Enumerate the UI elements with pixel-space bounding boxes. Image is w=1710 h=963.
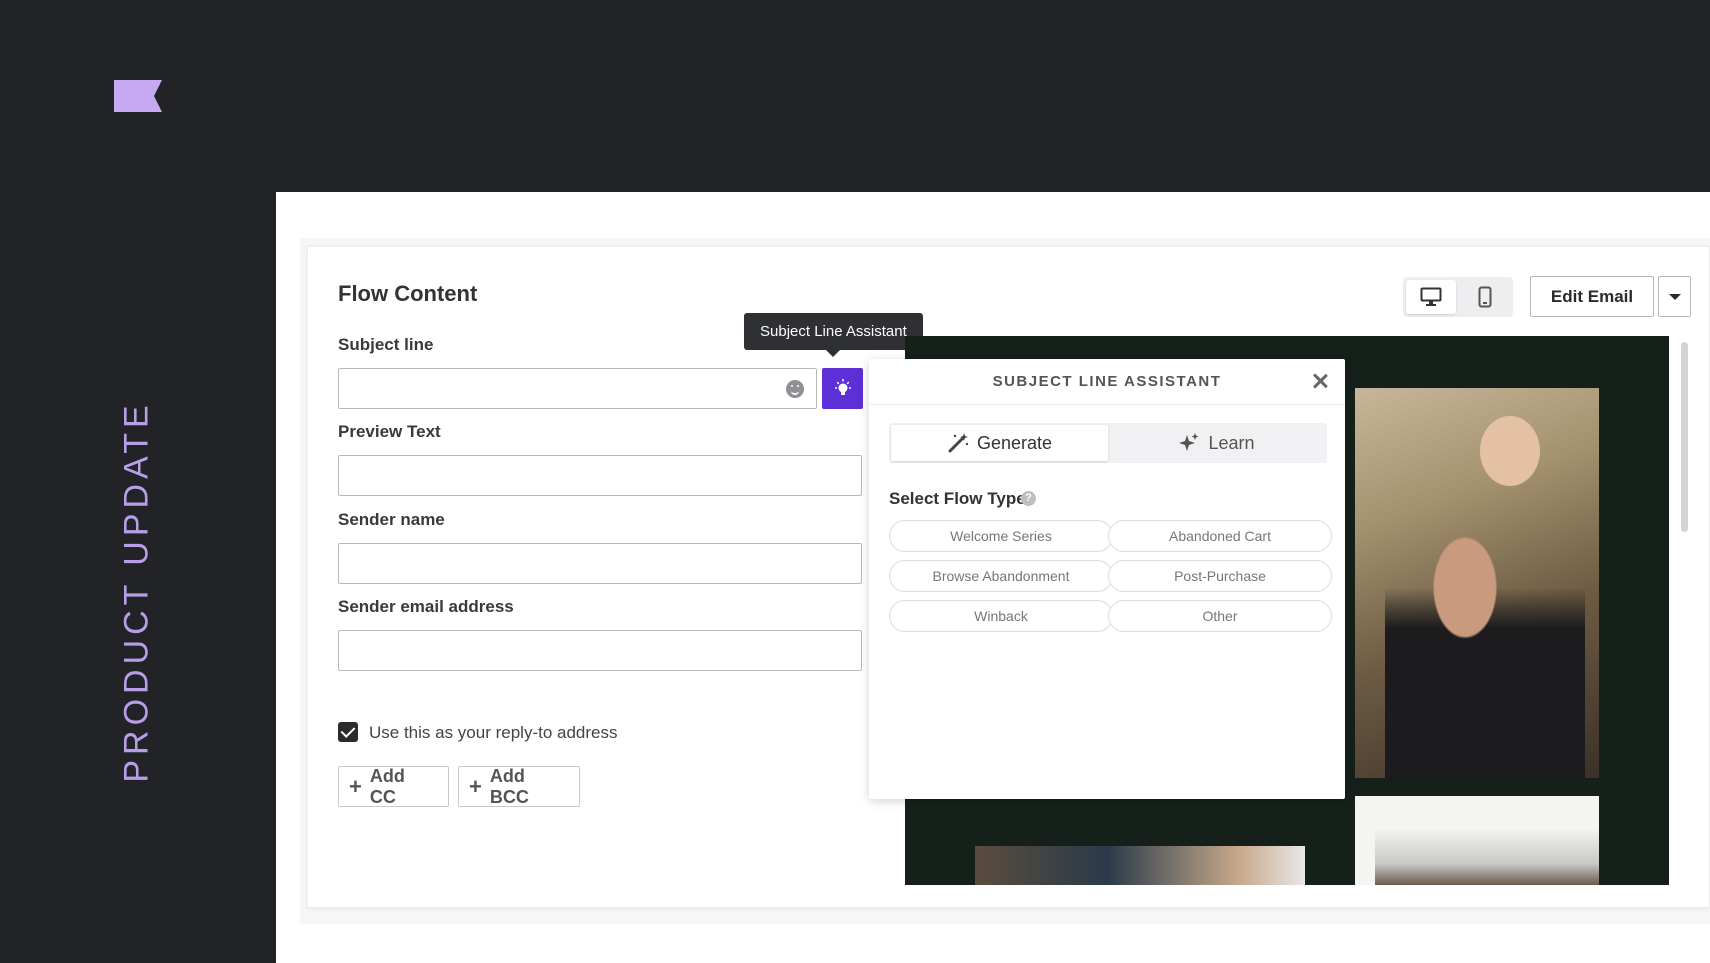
preview-text-input[interactable] [338, 455, 862, 496]
subject-line-assistant-panel: SUBJECT LINE ASSISTANT Generate Learn Se… [869, 359, 1345, 799]
emoji-icon[interactable] [786, 380, 804, 398]
sender-name-input[interactable] [338, 543, 862, 584]
mobile-icon [1478, 286, 1492, 308]
add-bcc-label: Add BCC [489, 765, 529, 807]
tab-generate-label: Generate [976, 432, 1053, 453]
plus-icon: + [469, 773, 482, 799]
flow-type-browse-abandonment[interactable]: Browse Abandonment [889, 560, 1113, 592]
subject-line-input[interactable] [338, 368, 817, 409]
flow-type-winback[interactable]: Winback [889, 600, 1113, 632]
desktop-icon [1420, 287, 1442, 306]
add-bcc-button[interactable]: + Add BCC [458, 766, 580, 807]
product-screenshot-stage: Flow Content Subject line Subject Line A… [276, 192, 1710, 963]
page-title: Flow Content [338, 281, 478, 306]
preview-scrollbar[interactable] [1681, 342, 1688, 532]
flow-type-welcome-series[interactable]: Welcome Series [889, 520, 1113, 552]
plus-icon: + [349, 773, 362, 799]
assistant-title: SUBJECT LINE ASSISTANT [992, 373, 1222, 390]
sender-email-input[interactable] [338, 630, 862, 671]
tab-learn-label: Learn [1208, 432, 1255, 453]
email-secondary-image [975, 846, 1305, 885]
edit-email-button[interactable]: Edit Email [1530, 276, 1654, 317]
magic-wand-icon [948, 433, 969, 453]
device-preview-toggle [1403, 277, 1513, 317]
edit-email-dropdown-button[interactable] [1658, 276, 1691, 317]
sparkle-icon [1179, 433, 1199, 451]
email-hero-image-person [1385, 506, 1585, 778]
sender-name-label: Sender name [338, 510, 445, 529]
product-update-label: PRODUCT UPDATE [117, 399, 156, 783]
lightbulb-icon [834, 378, 851, 395]
add-cc-label: Add CC [369, 765, 405, 807]
flow-content-card: Flow Content Subject line Subject Line A… [307, 246, 1710, 908]
subject-line-assistant-button[interactable] [822, 368, 863, 409]
email-secondary-image-right [1375, 831, 1599, 885]
sender-email-label: Sender email address [338, 597, 514, 616]
tab-learn[interactable]: Learn [1108, 425, 1325, 461]
mobile-preview-button[interactable] [1460, 280, 1510, 314]
select-flow-type-label: Select Flow Type [889, 489, 1026, 508]
close-icon[interactable] [1309, 370, 1331, 392]
subject-line-assistant-tooltip: Subject Line Assistant [744, 313, 923, 357]
desktop-preview-button[interactable] [1406, 280, 1456, 314]
reply-to-checkbox[interactable] [338, 722, 358, 742]
assistant-tabs: Generate Learn [889, 423, 1327, 463]
email-hero-image-child [1480, 416, 1540, 486]
flow-type-abandoned-cart[interactable]: Abandoned Cart [1108, 520, 1332, 552]
flow-type-post-purchase[interactable]: Post-Purchase [1108, 560, 1332, 592]
flow-type-other[interactable]: Other [1108, 600, 1332, 632]
help-icon[interactable]: ? [1021, 491, 1036, 506]
reply-to-label: Use this as your reply-to address [369, 723, 618, 742]
tab-generate[interactable]: Generate [891, 425, 1108, 461]
preview-text-label: Preview Text [338, 422, 441, 441]
subject-line-label: Subject line [338, 335, 434, 354]
brand-flag-logo [114, 80, 162, 112]
assistant-divider [869, 404, 1345, 405]
add-cc-button[interactable]: + Add CC [338, 766, 449, 807]
